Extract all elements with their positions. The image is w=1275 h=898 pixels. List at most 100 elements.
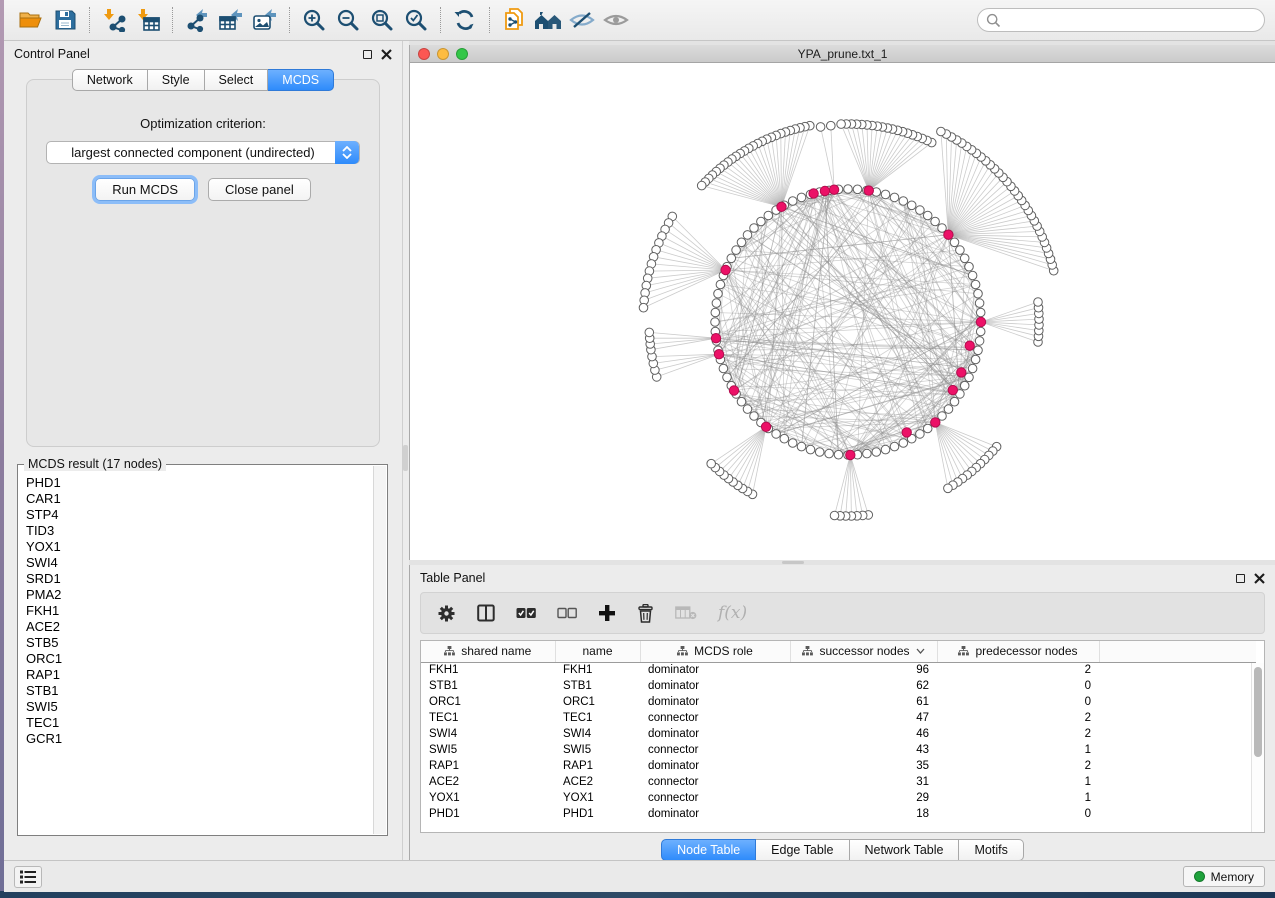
network-node[interactable] <box>975 337 984 346</box>
table-cell[interactable]: dominator <box>640 694 790 710</box>
network-node[interactable] <box>944 405 953 414</box>
mcds-node[interactable] <box>829 185 838 194</box>
network-node[interactable] <box>816 123 825 132</box>
network-node[interactable] <box>711 308 720 317</box>
network-node[interactable] <box>931 217 940 226</box>
table-cell[interactable]: 29 <box>790 790 937 806</box>
table-row[interactable]: SWI4SWI4dominator462 <box>421 726 1256 742</box>
network-node[interactable] <box>971 355 980 364</box>
network-node[interactable] <box>923 211 932 220</box>
zoom-out-icon[interactable] <box>331 4 365 36</box>
table-cell[interactable]: 18 <box>790 806 937 822</box>
mcds-node[interactable] <box>729 386 738 395</box>
table-settings-gear-icon[interactable] <box>437 604 456 623</box>
mcds-node[interactable] <box>931 418 940 427</box>
delete-column-trash-icon[interactable] <box>637 604 654 623</box>
table-cell[interactable]: SWI5 <box>421 742 555 758</box>
network-node[interactable] <box>971 280 980 289</box>
network-node[interactable] <box>806 445 815 454</box>
network-node[interactable] <box>788 439 797 448</box>
mcds-result-item[interactable]: SRD1 <box>26 571 373 587</box>
close-panel-icon[interactable] <box>381 49 392 60</box>
table-cell[interactable]: RAP1 <box>555 758 640 774</box>
float-panel-icon[interactable] <box>1236 574 1245 583</box>
export-image-icon[interactable] <box>248 4 282 36</box>
table-row[interactable]: ACE2ACE2connector311 <box>421 774 1256 790</box>
tab-mcds[interactable]: MCDS <box>268 69 334 91</box>
table-cell[interactable]: 2 <box>937 662 1099 678</box>
table-cell[interactable]: FKH1 <box>555 662 640 678</box>
mcds-result-item[interactable]: CAR1 <box>26 491 373 507</box>
table-cell[interactable]: dominator <box>640 758 790 774</box>
mcds-result-item[interactable]: GCR1 <box>26 731 373 747</box>
table-cell[interactable]: SWI4 <box>555 726 640 742</box>
close-panel-icon[interactable] <box>1254 573 1265 584</box>
table-cell[interactable]: 2 <box>937 710 1099 726</box>
table-cell[interactable]: ACE2 <box>555 774 640 790</box>
table-cell[interactable]: dominator <box>640 726 790 742</box>
select-all-icon[interactable] <box>516 607 536 619</box>
network-node[interactable] <box>937 127 946 136</box>
table-cell[interactable]: connector <box>640 710 790 726</box>
show-columns-icon[interactable] <box>477 604 495 622</box>
table-cell[interactable]: TEC1 <box>555 710 640 726</box>
zoom-selected-icon[interactable] <box>399 4 433 36</box>
network-titlebar[interactable]: YPA_prune.txt_1 <box>410 45 1275 63</box>
network-node[interactable] <box>716 280 725 289</box>
network-node[interactable] <box>645 328 654 337</box>
network-node[interactable] <box>853 185 862 194</box>
network-node[interactable] <box>968 364 977 373</box>
mcds-result-item[interactable]: TID3 <box>26 523 373 539</box>
tab-node-table[interactable]: Node Table <box>661 839 756 861</box>
network-node[interactable] <box>916 206 925 215</box>
network-node[interactable] <box>837 120 846 129</box>
network-node[interactable] <box>976 308 985 317</box>
export-network-icon[interactable] <box>180 4 214 36</box>
table-row[interactable]: PHD1PHD1dominator180 <box>421 806 1256 822</box>
add-column-icon[interactable] <box>598 604 616 622</box>
tab-network[interactable]: Network <box>72 69 148 91</box>
table-cell[interactable]: 47 <box>790 710 937 726</box>
network-node[interactable] <box>797 193 806 202</box>
close-panel-button[interactable]: Close panel <box>208 178 311 201</box>
zoom-fit-icon[interactable] <box>365 4 399 36</box>
table-cell[interactable]: YOX1 <box>421 790 555 806</box>
show-all-icon[interactable] <box>599 4 633 36</box>
network-node[interactable] <box>974 289 983 298</box>
mcds-result-item[interactable]: STB5 <box>26 635 373 651</box>
network-node[interactable] <box>750 224 759 233</box>
network-node[interactable] <box>834 450 843 459</box>
network-node[interactable] <box>825 449 834 458</box>
network-node[interactable] <box>899 197 908 206</box>
network-node[interactable] <box>723 373 732 382</box>
network-node[interactable] <box>950 397 959 406</box>
table-cell[interactable]: STB1 <box>421 678 555 694</box>
table-cell[interactable]: dominator <box>640 678 790 694</box>
criterion-dropdown[interactable]: largest connected component (undirected) <box>46 141 360 164</box>
network-node[interactable] <box>863 449 872 458</box>
tab-select[interactable]: Select <box>205 69 269 91</box>
network-node[interactable] <box>1034 298 1043 307</box>
mcds-list-scrollbar[interactable] <box>373 466 386 834</box>
network-node[interactable] <box>780 434 789 443</box>
table-row[interactable]: TEC1TEC1connector472 <box>421 710 1256 726</box>
table-cell[interactable]: 35 <box>790 758 937 774</box>
network-node[interactable] <box>788 197 797 206</box>
table-cell[interactable]: dominator <box>640 662 790 678</box>
network-node[interactable] <box>727 254 736 263</box>
network-node[interactable] <box>907 201 916 210</box>
mcds-result-item[interactable]: PHD1 <box>26 475 373 491</box>
mcds-node[interactable] <box>965 341 974 350</box>
table-cell[interactable]: ORC1 <box>421 694 555 710</box>
network-node[interactable] <box>968 271 977 280</box>
zoom-in-icon[interactable] <box>297 4 331 36</box>
table-cell[interactable]: 31 <box>790 774 937 790</box>
table-row[interactable]: ORC1ORC1dominator610 <box>421 694 1256 710</box>
network-node[interactable] <box>827 121 836 130</box>
table-cell[interactable]: 0 <box>937 694 1099 710</box>
network-canvas[interactable] <box>410 63 1275 560</box>
mcds-result-item[interactable]: RAP1 <box>26 667 373 683</box>
memory-button[interactable]: Memory <box>1183 866 1265 887</box>
table-cell[interactable]: SWI5 <box>555 742 640 758</box>
network-node[interactable] <box>950 238 959 247</box>
